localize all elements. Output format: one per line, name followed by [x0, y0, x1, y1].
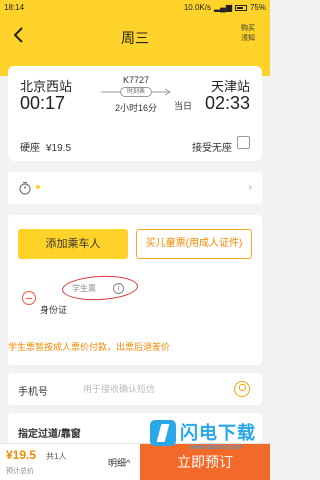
purchase-notice-line2: 须知 — [241, 35, 255, 42]
seat-price: ¥19.5 — [46, 143, 72, 154]
signal-icon: ▂▄▆ — [214, 3, 232, 12]
status-time: 18:14 — [4, 3, 25, 12]
student-ticket-tag: 学生票 — [72, 284, 96, 293]
trip-card: 北京西站 天津站 00:17 当日 02:33 K7727 时刻表 2小时16分… — [8, 66, 262, 161]
arrive-day: 当日 — [173, 101, 192, 111]
purchase-notice-link[interactable]: 购买 须知 — [236, 24, 260, 44]
estimated-total-label: 预计总价 — [6, 468, 34, 475]
add-passenger-button[interactable]: 添加乘车人 — [18, 229, 128, 259]
arrive-time: 02:33 — [204, 93, 250, 113]
total-price: ¥19.5 — [6, 448, 37, 462]
seat-info: 硬座 ¥19.5 — [20, 139, 71, 154]
highlight-dot — [36, 185, 40, 189]
passenger-count: 共1人 — [46, 452, 67, 461]
watermark: 闪电下载 www.dianxa.com — [150, 418, 268, 458]
phone-row: 手机号 — [8, 373, 262, 405]
battery-icon — [234, 4, 247, 11]
watermark-url: www.dianxa.com — [190, 444, 243, 451]
info-icon[interactable]: i — [113, 283, 124, 294]
battery-level: 75% — [249, 3, 266, 12]
trip-duration: 2小时16分 — [114, 103, 158, 113]
id-type: 身份证 — [40, 305, 68, 315]
insurance-row[interactable]: › — [8, 172, 262, 204]
accept-no-seat-checkbox[interactable] — [237, 136, 250, 149]
network-speed: 10.0K/s — [183, 3, 211, 12]
passenger-section: 添加乘车人 买儿童票(用成人证件) 学生票 i 身份证 学生票暂按成人票价付款，… — [8, 215, 262, 365]
chevron-right-icon: › — [248, 182, 252, 193]
accept-no-seat-label: 接受无座 — [192, 143, 232, 154]
buy-child-ticket-button[interactable]: 买儿童票(用成人证件) — [136, 229, 252, 259]
watermark-text: 闪电下载 — [180, 423, 256, 443]
phone-label: 手机号 — [18, 387, 48, 398]
remove-passenger-icon[interactable] — [22, 291, 36, 305]
seat-type: 硬座 — [20, 143, 40, 154]
seat-preference-label: 指定过道/靠窗 — [18, 429, 81, 440]
watermark-logo-icon — [150, 420, 176, 446]
student-ticket-note: 学生票暂按成人票价付款，出票后退差价 — [8, 342, 171, 352]
contact-icon[interactable] — [234, 381, 250, 397]
depart-time: 00:17 — [20, 93, 66, 113]
page-title: 周三 — [121, 30, 149, 46]
timer-icon — [19, 181, 31, 195]
phone-input[interactable] — [83, 379, 223, 399]
train-number: K7727 — [122, 75, 150, 85]
timetable-button[interactable]: 时刻表 — [120, 87, 152, 97]
status-bar: 18:14 10.0K/s ▂▄▆ 75% — [0, 0, 270, 16]
status-icons: 10.0K/s ▂▄▆ 75% — [184, 3, 266, 12]
price-detail-toggle[interactable]: 明细^ — [108, 456, 130, 469]
purchase-notice-line1: 购买 — [241, 25, 255, 32]
title-bar: 周三 购买 须知 — [0, 16, 270, 56]
back-arrow-icon[interactable] — [8, 24, 30, 46]
